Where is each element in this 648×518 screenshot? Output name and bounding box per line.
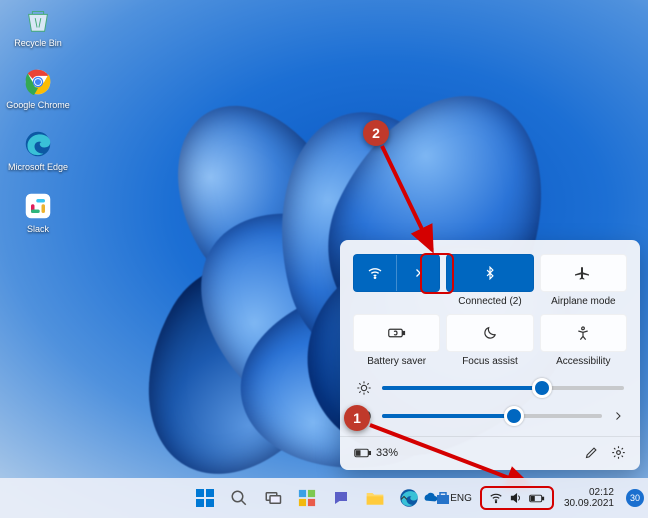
focus-assist-label: Focus assist — [462, 356, 518, 368]
brightness-row — [356, 380, 624, 396]
desktop: Recycle Bin Google Chrome Microsoft Edge… — [0, 0, 648, 518]
desktop-icon-label: Recycle Bin — [14, 38, 62, 48]
system-tray-network-volume-battery[interactable] — [480, 486, 554, 510]
desktop-icons: Recycle Bin Google Chrome Microsoft Edge… — [6, 4, 70, 252]
desktop-icon-recycle-bin[interactable]: Recycle Bin — [6, 4, 70, 60]
wifi-tile[interactable] — [353, 254, 440, 292]
callout-2: 2 — [363, 120, 389, 146]
language-button[interactable]: ENG — [446, 491, 476, 506]
recycle-bin-icon — [22, 4, 54, 36]
widgets-button[interactable] — [293, 484, 321, 512]
battery-saver-icon — [388, 326, 406, 340]
wifi-tray-icon — [489, 491, 503, 505]
volume-expand-button[interactable] — [612, 410, 624, 422]
tray-overflow-button[interactable] — [394, 490, 414, 506]
accessibility-tile[interactable] — [540, 314, 627, 352]
bluetooth-label: Connected (2) — [458, 296, 521, 308]
battery-status: 33% — [354, 447, 398, 459]
clock-time: 02:12 — [589, 487, 614, 498]
desktop-icon-chrome[interactable]: Google Chrome — [6, 66, 70, 122]
focus-assist-tile[interactable] — [446, 314, 533, 352]
taskbar-clock[interactable]: 02:12 30.09.2021 — [558, 487, 620, 509]
accessibility-label: Accessibility — [556, 356, 610, 368]
bluetooth-icon — [483, 266, 497, 280]
airplane-tile[interactable] — [540, 254, 627, 292]
taskbar-right: ENG 02:12 30.09.2021 30 — [394, 478, 644, 518]
explorer-button[interactable] — [361, 484, 389, 512]
edit-quick-settings-button[interactable] — [584, 445, 599, 460]
battery-saver-label: Battery saver — [367, 356, 426, 368]
start-button[interactable] — [191, 484, 219, 512]
brightness-slider[interactable] — [382, 386, 624, 390]
wifi-expand-button[interactable] — [397, 255, 439, 291]
chrome-icon — [22, 66, 54, 98]
clock-date: 30.09.2021 — [564, 498, 614, 509]
desktop-icon-slack[interactable]: Slack — [6, 190, 70, 246]
notification-badge[interactable]: 30 — [626, 489, 644, 507]
desktop-icon-label: Slack — [27, 224, 49, 234]
taskbar: ENG 02:12 30.09.2021 30 — [0, 478, 648, 518]
battery-saver-tile[interactable] — [353, 314, 440, 352]
callout-1: 1 — [344, 405, 370, 431]
battery-tray-icon — [529, 493, 545, 504]
desktop-icon-label: Google Chrome — [6, 100, 70, 110]
search-button[interactable] — [225, 484, 253, 512]
bluetooth-tile[interactable] — [446, 254, 533, 292]
volume-row — [356, 408, 624, 424]
settings-button[interactable] — [611, 445, 626, 460]
desktop-icon-edge[interactable]: Microsoft Edge — [6, 128, 70, 184]
airplane-icon — [575, 265, 591, 281]
accessibility-icon — [575, 325, 591, 341]
edge-icon — [22, 128, 54, 160]
airplane-label: Airplane mode — [551, 296, 615, 308]
chat-button[interactable] — [327, 484, 355, 512]
focus-assist-icon — [482, 325, 498, 341]
brightness-icon — [356, 380, 372, 396]
wifi-icon — [354, 255, 397, 291]
task-view-button[interactable] — [259, 484, 287, 512]
onedrive-tray-icon[interactable] — [418, 490, 442, 506]
slack-icon — [22, 190, 54, 222]
volume-tray-icon — [509, 491, 523, 505]
quick-settings-panel: Connected (2) Airplane mode Battery save — [340, 240, 640, 470]
desktop-icon-label: Microsoft Edge — [8, 162, 68, 172]
volume-slider[interactable] — [382, 414, 602, 418]
